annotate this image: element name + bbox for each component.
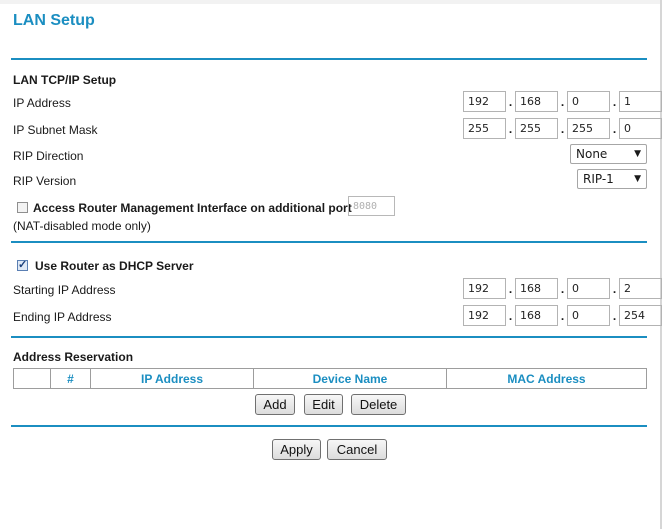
ip-address-octet-3[interactable]: 0 [567,91,610,112]
starting-ip-label: Starting IP Address [13,283,116,297]
octet-separator: . [508,308,513,323]
chevron-down-icon: ▼ [634,149,641,159]
lan-section-title: LAN TCP/IP Setup [13,73,117,87]
octet-separator: . [560,94,565,109]
ending-ip-label: Ending IP Address [13,310,112,324]
ip-address-octet-1[interactable]: 192 [463,91,506,112]
ending-ip-octet-2[interactable]: 168 [515,305,558,326]
octet-separator: . [560,121,565,136]
ip-address-label: IP Address [13,96,71,110]
subnet-mask-octet-4[interactable]: 0 [619,118,662,139]
octet-separator: . [612,121,617,136]
ip-address-octet-4[interactable]: 1 [619,91,662,112]
ending-ip-octet-3[interactable]: 0 [567,305,610,326]
add-button[interactable]: Add [255,394,295,415]
reservation-table: # IP Address Device Name MAC Address [13,368,647,389]
ending-ip-octet-4[interactable]: 254 [619,305,662,326]
mgmt-port-note: (NAT-disabled mode only) [13,219,151,233]
cancel-button[interactable]: Cancel [327,439,387,460]
octet-separator: . [612,94,617,109]
starting-ip-octet-1[interactable]: 192 [463,278,506,299]
column-mac-address: MAC Address [446,368,647,389]
octet-separator: . [560,308,565,323]
subnet-mask-octet-1[interactable]: 255 [463,118,506,139]
ip-address-octet-2[interactable]: 168 [515,91,558,112]
subnet-mask-octet-3[interactable]: 255 [567,118,610,139]
mgmt-port-checkbox[interactable] [17,202,28,213]
rip-direction-label: RIP Direction [13,149,84,163]
delete-button[interactable]: Delete [351,394,406,415]
dhcp-server-checkbox[interactable] [17,258,28,271]
top-bar [0,0,662,4]
edit-button[interactable]: Edit [304,394,343,415]
rip-direction-select[interactable]: None ▼ [570,144,647,164]
chevron-down-icon: ▼ [634,174,641,184]
octet-separator: . [508,121,513,136]
column-select [13,368,51,389]
apply-button[interactable]: Apply [272,439,321,460]
starting-ip-octet-2[interactable]: 168 [515,278,558,299]
title-divider [11,58,647,60]
ending-ip-field: 192. 168. 0. 254 [463,305,662,326]
mgmt-port-label: Access Router Management Interface on ad… [33,201,352,215]
reservation-table-header: # IP Address Device Name MAC Address [13,368,647,389]
octet-separator: . [612,308,617,323]
ending-ip-octet-1[interactable]: 192 [463,305,506,326]
dhcp-server-label: Use Router as DHCP Server [35,259,194,273]
ip-address-field: 192. 168. 0. 1 [463,91,662,112]
mgmt-port-input[interactable]: 8080 [348,196,395,216]
rip-version-label: RIP Version [13,174,77,188]
reservation-section-title: Address Reservation [13,350,134,364]
section-divider [11,425,647,427]
starting-ip-field: 192. 168. 0. 2 [463,278,662,299]
octet-separator: . [612,281,617,296]
column-ip-address: IP Address [90,368,254,389]
section-divider [11,241,647,243]
octet-separator: . [560,281,565,296]
page-title: LAN Setup [13,12,95,29]
column-number: # [50,368,91,389]
subnet-mask-octet-2[interactable]: 255 [515,118,558,139]
column-device-name: Device Name [253,368,447,389]
rip-version-value: RIP-1 [583,172,614,186]
subnet-mask-label: IP Subnet Mask [13,123,98,137]
rip-direction-value: None [576,147,608,161]
section-divider [11,336,647,338]
starting-ip-octet-4[interactable]: 2 [619,278,662,299]
rip-version-select[interactable]: RIP-1 ▼ [577,169,647,189]
octet-separator: . [508,94,513,109]
starting-ip-octet-3[interactable]: 0 [567,278,610,299]
octet-separator: . [508,281,513,296]
subnet-mask-field: 255. 255. 255. 0 [463,118,662,139]
